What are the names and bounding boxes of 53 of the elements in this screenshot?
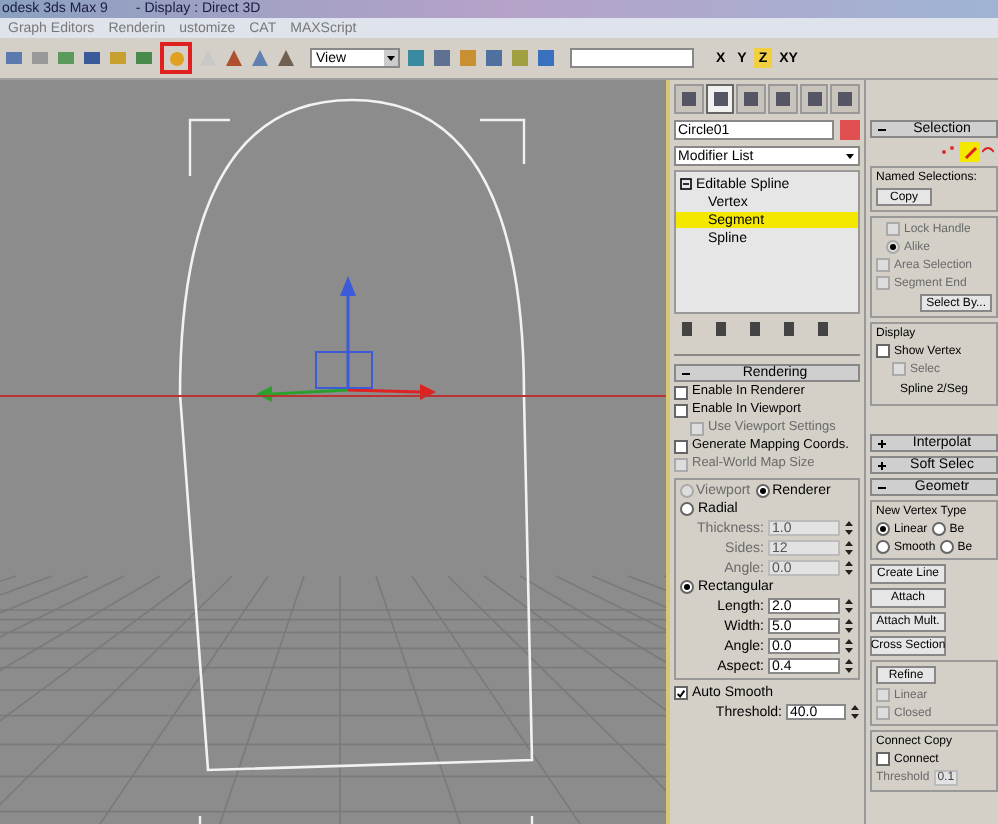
checkbox[interactable] (674, 386, 688, 400)
panel-tab[interactable] (705, 84, 735, 114)
panel-tab[interactable] (768, 84, 798, 114)
spinner-icon[interactable] (844, 658, 854, 674)
object-color-swatch[interactable] (840, 120, 860, 140)
square-icon (773, 90, 792, 108)
checkbox[interactable] (876, 752, 890, 766)
checkbox[interactable] (674, 404, 688, 418)
checkbox[interactable] (886, 222, 900, 236)
highlight-frame[interactable] (160, 42, 192, 74)
spinner-icon[interactable] (844, 520, 854, 536)
expand-icon (876, 459, 888, 471)
spinner-icon[interactable] (844, 598, 854, 614)
checkbox[interactable] (876, 706, 890, 720)
spinner-icon[interactable] (844, 618, 854, 634)
checkbox[interactable] (876, 688, 890, 702)
vertex-mode-icon[interactable] (940, 142, 958, 160)
panel-tab[interactable] (674, 84, 704, 114)
checkbox[interactable] (674, 440, 688, 454)
square-icon (711, 90, 729, 108)
checkbox[interactable] (892, 362, 906, 376)
radio-button[interactable] (756, 484, 771, 498)
checkbox[interactable] (876, 258, 890, 272)
checkbox[interactable] (674, 686, 688, 700)
radio-button[interactable] (680, 502, 694, 516)
radio-button[interactable] (876, 540, 890, 554)
dropdown-arrow-icon (384, 50, 398, 66)
collapse-icon (876, 481, 888, 493)
radio-button[interactable] (939, 540, 954, 554)
segment-mode-button[interactable] (960, 142, 980, 162)
radio-button[interactable] (931, 522, 946, 536)
spinner-icon[interactable] (844, 638, 854, 654)
square-icon (805, 90, 824, 108)
radio-button[interactable] (886, 240, 900, 254)
collapse-icon[interactable] (680, 178, 692, 190)
square-icon (742, 90, 761, 108)
spinner-icon[interactable] (850, 704, 860, 720)
spinner-icon[interactable] (844, 540, 854, 556)
spinner-icon[interactable] (844, 560, 854, 576)
panel-tab[interactable] (736, 84, 767, 114)
square-icon (836, 90, 855, 108)
square-icon (679, 90, 698, 108)
expand-icon (876, 437, 888, 449)
checkbox[interactable] (876, 344, 890, 358)
radio-button[interactable] (680, 580, 694, 594)
radio-button[interactable] (876, 522, 890, 536)
panel-tab[interactable] (799, 84, 829, 114)
selection-set-field[interactable] (570, 48, 694, 68)
dropdown-arrow-icon (844, 150, 856, 162)
collapse-icon (876, 123, 888, 135)
collapse-icon (680, 367, 692, 379)
checkbox[interactable] (876, 276, 890, 290)
panel-tab[interactable] (830, 84, 861, 114)
